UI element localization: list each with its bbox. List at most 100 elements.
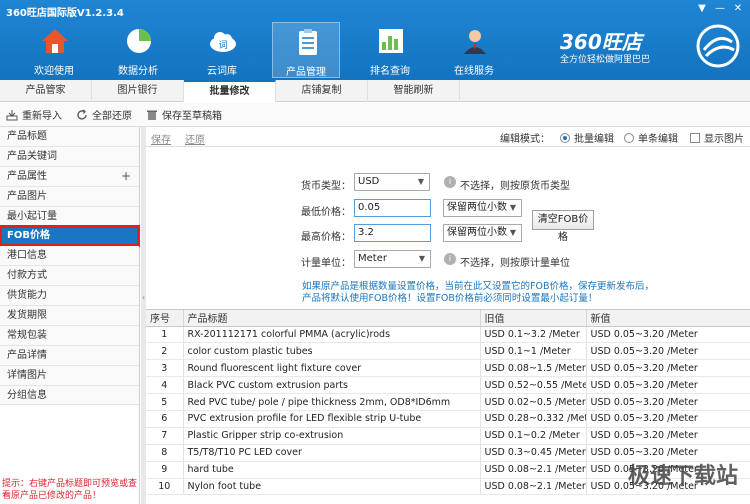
main-action-bar: 保存 还原 编辑模式： 批量编辑 单条编辑 显示图片 (146, 127, 750, 147)
sidebar-item-supply[interactable]: 供货能力 (0, 286, 139, 307)
restore-all-button[interactable]: 全部还原 (76, 107, 132, 122)
sidebar-item-label: 产品图片 (7, 190, 47, 202)
menu-dropdown-icon[interactable]: ▼ (694, 2, 710, 16)
sidebar-item-label: 详情图片 (7, 369, 47, 381)
sidebar-item-port[interactable]: 港口信息 (0, 246, 139, 267)
nav-cloud-words[interactable]: 词 云词库 (188, 22, 256, 78)
currency-label: 货币类型： (301, 181, 351, 192)
home-icon (42, 29, 68, 53)
sidebar-item-label: 产品属性 (7, 170, 47, 182)
sidebar-item-label: 常规包装 (7, 329, 47, 341)
nav-data-analysis[interactable]: 数据分析 (104, 22, 172, 78)
table-row[interactable]: 6 PVC extrusion profile for LED flexible … (146, 410, 750, 428)
table-row[interactable]: 1 RX-201112171 colorful PMMA (acrylic)rod… (146, 326, 750, 344)
column-header-title[interactable]: 产品标题 (183, 310, 481, 327)
save-draft-button[interactable]: 保存至草稿箱 (146, 107, 222, 122)
currency-select[interactable]: USD ▼ (354, 173, 430, 191)
sidebar-item-payment[interactable]: 付款方式 (0, 266, 139, 287)
single-edit-radio[interactable] (624, 132, 634, 143)
row-index: 3 (146, 359, 184, 378)
row-old-value: USD 0.08~2.1 /Meter (480, 478, 587, 496)
nav-ranking-query[interactable]: 排名查询 (356, 22, 424, 78)
table-row[interactable]: 4 Black PVC custom extrusion parts USD 0.5… (146, 376, 750, 395)
show-images-checkbox[interactable] (690, 132, 700, 143)
expand-plus-icon[interactable]: + (121, 167, 131, 187)
close-icon[interactable]: ✕ (730, 2, 746, 16)
row-title: Round fluorescent light fixture cover (183, 359, 481, 378)
trash-bin-icon (147, 110, 157, 120)
sidebar-item-title[interactable]: 产品标题 (0, 127, 139, 147)
minimize-icon[interactable]: — (712, 2, 728, 16)
tab-smart-refresh[interactable]: 智能刷新 (368, 80, 460, 102)
sidebar-item-delivery[interactable]: 发货期限 (0, 306, 139, 326)
sidebar-item-keywords[interactable]: 产品关键词 (0, 146, 139, 167)
save-link[interactable]: 保存 (151, 131, 171, 146)
row-title: Nylon foot tube (183, 478, 481, 496)
edit-mode-group: 编辑模式： 批量编辑 单条编辑 显示图片 (500, 130, 744, 145)
min-price-label: 最低价格： (301, 207, 351, 218)
max-decimal-select[interactable]: 保留两位小数 ▼ (443, 224, 522, 242)
show-images-label: 显示图片 (704, 134, 744, 145)
sidebar-item-min-order[interactable]: 最小起订量 (0, 206, 139, 227)
column-header-new-value[interactable]: 新值 (586, 310, 750, 327)
table-row[interactable]: 2 color custom plastic tubes USD 0.1~1 /Me… (146, 342, 750, 361)
tab-image-bank[interactable]: 图片银行 (92, 80, 184, 102)
restore-all-label: 全部还原 (92, 111, 132, 122)
reimport-button[interactable]: 重新导入 (6, 107, 62, 122)
max-price-label: 最高价格： (301, 232, 351, 243)
sidebar-item-details[interactable]: 产品详情 (0, 345, 139, 366)
sidebar-item-label: FOB价格 (7, 230, 50, 242)
sidebar-item-attributes[interactable]: 产品属性 + (0, 166, 139, 187)
window-title: 360旺店国际版V1.2.3.4 (6, 8, 124, 19)
sidebar-item-label: 产品详情 (7, 349, 47, 361)
sidebar-item-label: 付款方式 (7, 270, 47, 282)
unit-select[interactable]: Meter ▼ (354, 250, 431, 268)
sidebar-item-detail-images[interactable]: 详情图片 (0, 365, 139, 386)
min-decimal-select[interactable]: 保留两位小数 ▼ (443, 199, 522, 217)
column-header-index[interactable]: 序号 (146, 310, 184, 327)
currency-value: USD (358, 176, 380, 187)
chevron-down-icon: ▼ (509, 203, 517, 212)
watermark: 极速下载站 (627, 464, 738, 489)
single-edit-label: 单条编辑 (638, 134, 678, 145)
nav-label: 在线服务 (454, 66, 494, 77)
restore-link[interactable]: 还原 (185, 131, 205, 146)
sidebar-item-group[interactable]: 分组信息 (0, 385, 139, 406)
sidebar-item-images[interactable]: 产品图片 (0, 186, 139, 207)
row-title: PVC extrusion profile for LED flexible s… (183, 410, 481, 428)
batch-edit-radio[interactable] (560, 132, 570, 143)
table-row[interactable]: 5 Red PVC tube/ pole / pipe thickness 2mm… (146, 393, 750, 411)
row-title: color custom plastic tubes (183, 342, 481, 361)
row-title: Plastic Gripper strip co-extrusion (183, 427, 481, 445)
row-title: T5/T8/T10 PC LED cover (183, 444, 481, 462)
sidebar-item-packaging[interactable]: 常规包装 (0, 325, 139, 346)
refresh-icon (77, 108, 87, 120)
table-row[interactable]: 7 Plastic Gripper strip co-extrusion USD 0… (146, 427, 750, 445)
sidebar-item-fob-price[interactable]: FOB价格 (0, 225, 140, 248)
min-decimal-value: 保留两位小数 (447, 202, 507, 213)
table-row[interactable]: 3 Round fluorescent light fixture cover US… (146, 359, 750, 378)
chevron-down-icon: ▼ (417, 177, 425, 186)
brand-title: 360旺店 (560, 30, 642, 54)
row-title: Red PVC tube/ pole / pipe thickness 2mm,… (183, 393, 481, 411)
window-controls: ▼ — ✕ (694, 2, 746, 16)
nav-label: 排名查询 (370, 66, 410, 77)
sidebar: 产品标题 产品关键词 产品属性 + 产品图片 最小起订量 FOB价格 港口信息 付… (0, 127, 140, 504)
max-price-input[interactable]: 3.2 (354, 224, 431, 242)
min-price-input[interactable]: 0.05 (354, 199, 431, 217)
nav-welcome[interactable]: 欢迎使用 (20, 22, 88, 78)
save-draft-label: 保存至草稿箱 (162, 111, 222, 122)
column-header-old-value[interactable]: 旧值 (480, 310, 587, 327)
tab-product-manager[interactable]: 产品管家 (0, 80, 92, 102)
import-icon (6, 109, 18, 120)
sidebar-item-label: 最小起订量 (7, 210, 57, 222)
row-index: 9 (146, 461, 184, 479)
tab-batch-edit[interactable]: 批量修改 (184, 80, 276, 102)
nav-product-management[interactable]: 产品管理 (272, 22, 340, 78)
row-index: 10 (146, 478, 184, 496)
clear-fob-button[interactable]: 清空FOB价格 (532, 210, 594, 243)
nav-online-service[interactable]: 在线服务 (440, 22, 508, 78)
tab-shop-copy[interactable]: 店铺复制 (276, 80, 368, 102)
pie-chart-icon (127, 29, 151, 53)
edit-mode-label: 编辑模式： (500, 134, 550, 145)
